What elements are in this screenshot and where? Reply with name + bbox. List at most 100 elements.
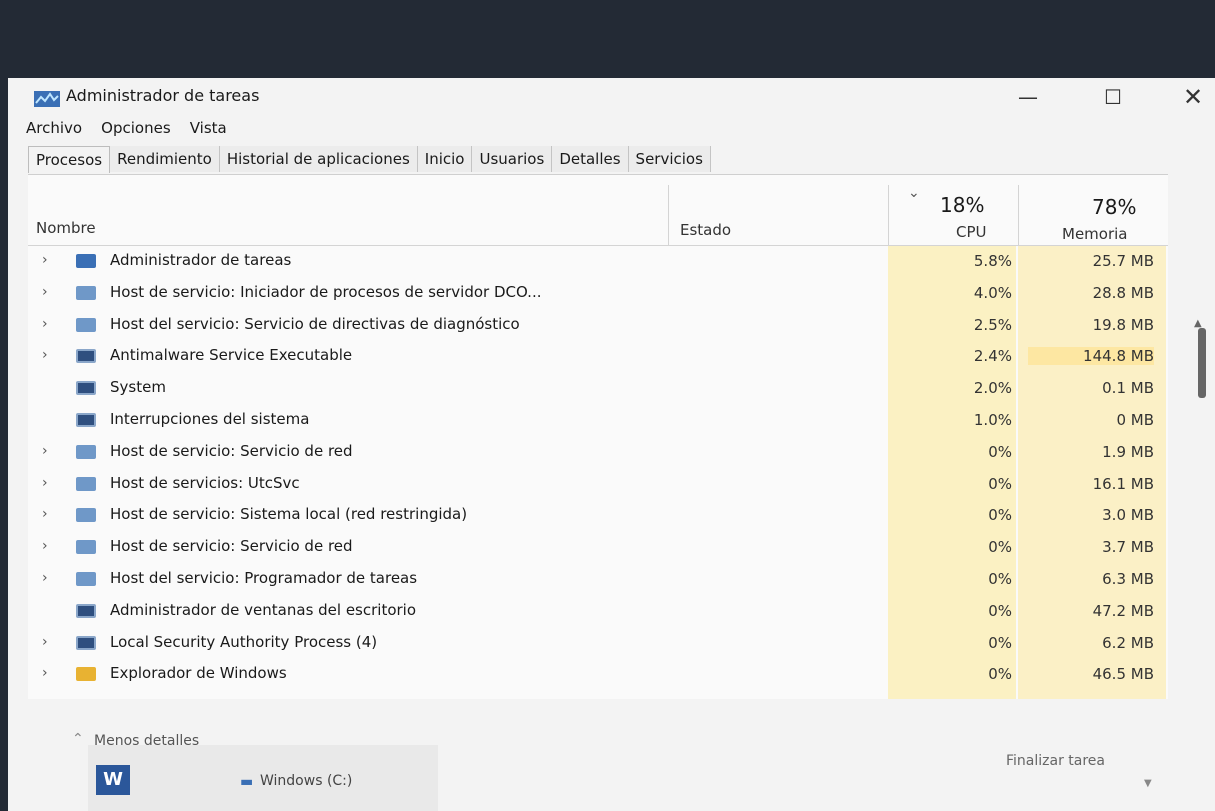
table-row[interactable]: › Administrador de tareas 5.8% 25.7 MB: [28, 246, 1168, 278]
process-name: Local Security Authority Process (4): [110, 632, 378, 651]
window-title: Administrador de tareas: [66, 86, 260, 105]
menu-opciones[interactable]: Opciones: [101, 119, 170, 137]
process-memory: 19.8 MB: [1092, 315, 1154, 334]
process-memory: 3.0 MB: [1102, 506, 1154, 525]
chevron-right-icon[interactable]: ›: [42, 347, 48, 363]
drive-label[interactable]: Windows (C:): [260, 773, 352, 789]
tab-inicio[interactable]: Inicio: [417, 146, 473, 172]
table-row[interactable]: › Local Security Authority Process (4) 0% 6…: [28, 628, 1168, 660]
chevron-right-icon[interactable]: ›: [42, 570, 48, 586]
process-memory: 0 MB: [1116, 410, 1154, 429]
process-name: Antimalware Service Executable: [110, 346, 353, 365]
table-row[interactable]: › Antimalware Service Executable 2.4% 144.8…: [28, 341, 1168, 373]
table-row[interactable]: › Host de servicios: UtcSvc 0% 16.1 MB: [28, 469, 1168, 501]
process-memory: 16.1 MB: [1092, 474, 1154, 493]
process-name: Host de servicio: Sistema local (red res…: [110, 505, 468, 524]
process-memory: 6.2 MB: [1102, 633, 1154, 652]
chevron-right-icon[interactable]: ›: [42, 443, 48, 459]
process-cpu: 0%: [988, 633, 1012, 652]
table-row[interactable]: › Host del servicio: Programador de tarea…: [28, 564, 1168, 596]
end-task-button[interactable]: Finalizar tarea: [1006, 753, 1105, 769]
tab-servicios[interactable]: Servicios: [628, 146, 711, 172]
menu-vista[interactable]: Vista: [190, 119, 227, 137]
process-cpu: 0%: [988, 569, 1012, 588]
tab-usuarios[interactable]: Usuarios: [472, 146, 553, 172]
process-name: Interrupciones del sistema: [110, 409, 310, 428]
process-memory: 1.9 MB: [1102, 442, 1154, 461]
maximize-button[interactable]: ☐: [1093, 84, 1133, 110]
tab-historial[interactable]: Historial de aplicaciones: [219, 146, 418, 172]
table-row[interactable]: › Host del servicio: Servicio de directiv…: [28, 310, 1168, 342]
column-header-state[interactable]: Estado: [680, 221, 731, 239]
minimize-button[interactable]: —: [1008, 84, 1048, 110]
chevron-right-icon[interactable]: ›: [42, 506, 48, 522]
table-row[interactable]: Administrador de ventanas del escritorio…: [28, 596, 1168, 628]
column-header-memory[interactable]: Memoria: [1062, 225, 1128, 243]
tab-rendimiento[interactable]: Rendimiento: [110, 146, 220, 172]
column-divider[interactable]: [888, 185, 889, 245]
tab-detalles[interactable]: Detalles: [552, 146, 629, 172]
process-name: Host del servicio: Programador de tareas: [110, 568, 418, 587]
title-bar: Administrador de tareas — ☐ ✕: [8, 78, 1215, 116]
close-button[interactable]: ✕: [1173, 84, 1213, 110]
menu-archivo[interactable]: Archivo: [26, 119, 82, 137]
process-name: Host de servicio: Servicio de red: [110, 537, 353, 556]
word-icon[interactable]: W: [96, 765, 130, 795]
table-row[interactable]: › Host de servicio: Iniciador de procesos…: [28, 278, 1168, 310]
process-cpu: 2.4%: [973, 347, 1012, 366]
process-memory: 25.7 MB: [1092, 252, 1154, 270]
chevron-right-icon[interactable]: ›: [42, 634, 48, 650]
process-memory: 6.3 MB: [1102, 569, 1154, 588]
app-window-icon: [76, 635, 96, 650]
process-name: Host de servicios: UtcSvc: [110, 473, 300, 492]
chevron-right-icon[interactable]: ›: [42, 252, 48, 268]
process-cpu: 0%: [988, 665, 1012, 684]
task-manager-window: Administrador de tareas — ☐ ✕ Archivo Op…: [8, 78, 1215, 811]
app-window-icon: [76, 381, 96, 396]
gear-icon: [76, 476, 96, 491]
app-window-icon: [76, 603, 96, 618]
table-row[interactable]: › Host de servicio: Sistema local (red re…: [28, 500, 1168, 532]
chevron-up-icon[interactable]: ⌃: [72, 731, 84, 747]
table-row[interactable]: System 2.0% 0.1 MB: [28, 373, 1168, 405]
process-cpu: 2.0%: [973, 379, 1012, 398]
process-memory: 47.2 MB: [1092, 601, 1154, 620]
process-memory: 28.8 MB: [1092, 283, 1154, 302]
process-cpu: 1.0%: [973, 410, 1012, 429]
chevron-right-icon[interactable]: ›: [42, 316, 48, 332]
gear-icon: [76, 444, 96, 459]
tab-procesos[interactable]: Procesos: [28, 146, 111, 173]
table-row[interactable]: Interrupciones del sistema 1.0% 0 MB: [28, 405, 1168, 437]
table-row[interactable]: › Host de servicio: Servicio de red 0% 3.7 …: [28, 532, 1168, 564]
process-cpu: 0%: [988, 538, 1012, 557]
process-name: Host del servicio: Servicio de directiva…: [110, 314, 520, 333]
process-name: Host de servicio: Iniciador de procesos …: [110, 282, 542, 301]
process-name: Host de servicio: Servicio de red: [110, 441, 353, 460]
process-cpu: 0%: [988, 442, 1012, 461]
gear-icon: [76, 508, 96, 523]
process-cpu: 0%: [988, 601, 1012, 620]
chevron-right-icon[interactable]: ›: [42, 284, 48, 300]
column-divider[interactable]: [1018, 185, 1019, 245]
table-row[interactable]: › Host de servicio: Servicio de red 0% 1.9 …: [28, 437, 1168, 469]
memory-total: 78%: [1092, 195, 1137, 219]
app-window-icon: [76, 349, 96, 364]
app-window-icon: [76, 412, 96, 427]
chevron-right-icon[interactable]: ›: [42, 475, 48, 491]
sort-chevron-icon: ⌄: [908, 185, 920, 201]
chevron-right-icon[interactable]: ›: [42, 538, 48, 554]
table-row[interactable]: › Explorador de Windows 0% 46.5 MB: [28, 659, 1168, 691]
table-header: Nombre Estado ⌄ 18% CPU 78% Memoria: [28, 175, 1168, 246]
column-header-name[interactable]: Nombre: [36, 219, 96, 237]
process-memory: 46.5 MB: [1092, 665, 1154, 684]
task-manager-icon: [34, 91, 60, 107]
chevron-right-icon[interactable]: ›: [42, 665, 48, 681]
column-header-cpu[interactable]: CPU: [956, 223, 987, 241]
scrollbar-thumb[interactable]: [1198, 328, 1206, 398]
cpu-total: 18%: [940, 193, 985, 217]
gear-icon: [76, 571, 96, 586]
column-divider[interactable]: [668, 185, 669, 245]
process-cpu: 0%: [988, 506, 1012, 525]
task-manager-icon: [76, 254, 96, 268]
process-memory: 3.7 MB: [1102, 538, 1154, 557]
